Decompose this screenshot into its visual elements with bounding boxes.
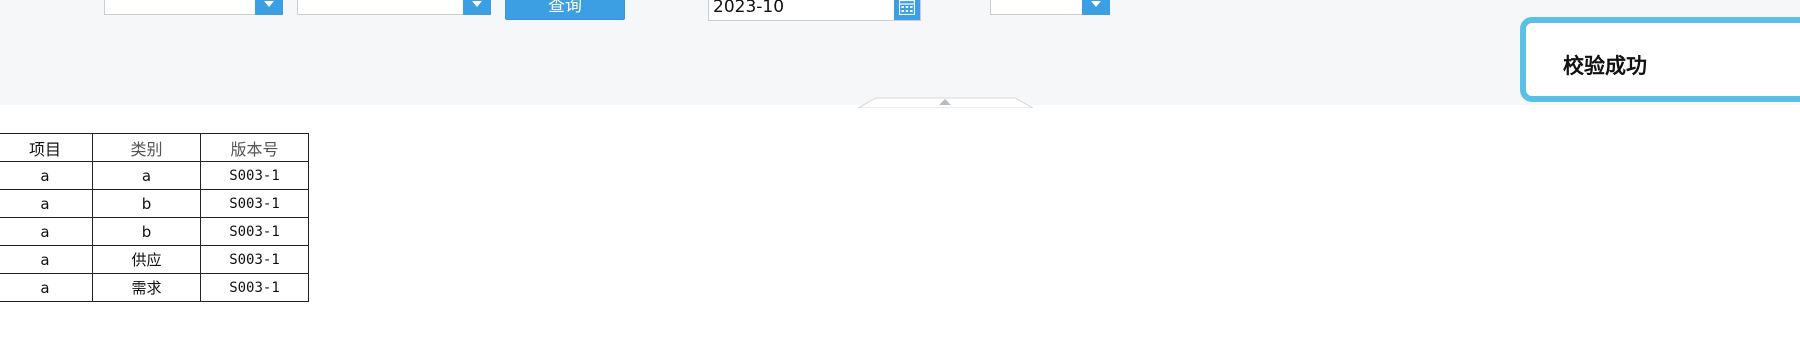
table-cell: S003-1	[200, 189, 309, 218]
table-row[interactable]: a b S003-1	[0, 217, 309, 246]
data-table: 项目 类别 版本号 a a S003-1 a b S003-1 a b S003…	[0, 133, 309, 302]
column-header[interactable]: 版本号	[200, 133, 309, 162]
toast-message: 校验成功	[1563, 54, 1647, 78]
table-row[interactable]: a b S003-1	[0, 189, 309, 218]
table-cell: a	[0, 245, 93, 274]
date-value: 2023-10	[713, 0, 785, 17]
filter-combo-1[interactable]	[104, 0, 283, 15]
calendar-icon[interactable]	[894, 0, 920, 20]
column-header[interactable]: 项目	[0, 133, 93, 162]
notification-toast: 校验成功	[1520, 17, 1800, 102]
table-row[interactable]: a 供应 S003-1	[0, 245, 309, 274]
collapse-toggle[interactable]	[856, 93, 1035, 109]
table-cell: S003-1	[200, 273, 309, 302]
table-cell: 供应	[92, 245, 201, 274]
table-cell: b	[92, 217, 201, 246]
table-cell: a	[92, 161, 201, 190]
chevron-down-icon[interactable]	[463, 0, 491, 15]
table-cell: b	[92, 189, 201, 218]
table-cell: S003-1	[200, 161, 309, 190]
column-header[interactable]: 类别	[92, 133, 201, 162]
table-cell: a	[0, 273, 93, 302]
chevron-down-icon[interactable]	[1082, 0, 1110, 15]
table-cell: a	[0, 189, 93, 218]
table-cell: S003-1	[200, 217, 309, 246]
month-date-input[interactable]: 2023-10	[708, 0, 921, 21]
table-cell: 需求	[92, 273, 201, 302]
query-button[interactable]: 查询	[505, 0, 625, 20]
table-row[interactable]: a 需求 S003-1	[0, 273, 309, 302]
table-cell: a	[0, 161, 93, 190]
table-header-row: 项目 类别 版本号	[0, 133, 309, 162]
table-row[interactable]: a a S003-1	[0, 161, 309, 190]
filter-combo-2[interactable]	[297, 0, 491, 15]
chevron-down-icon[interactable]	[255, 0, 283, 15]
table-cell: a	[0, 217, 93, 246]
filter-combo-3[interactable]	[990, 0, 1110, 15]
table-cell: S003-1	[200, 245, 309, 274]
